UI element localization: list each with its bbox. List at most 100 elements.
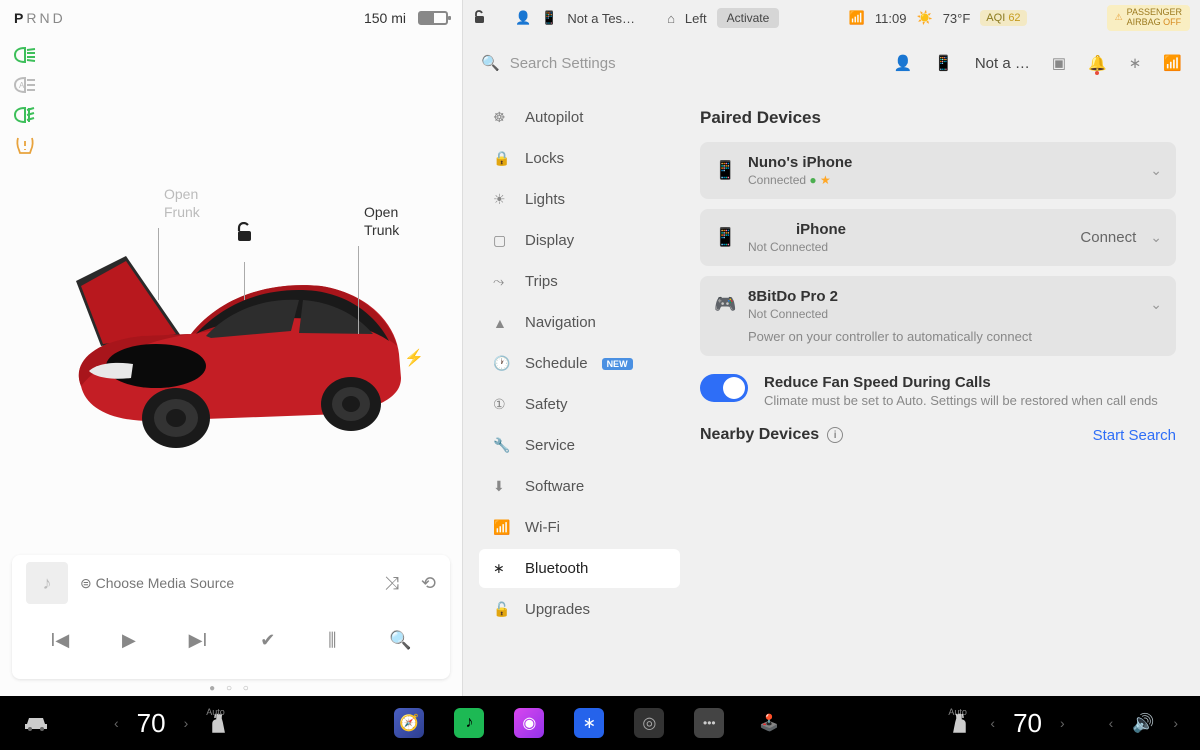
nav-schedule[interactable]: 🕐ScheduleNEW [479,344,680,383]
vol-down[interactable]: ‹ [1105,715,1118,731]
temp-up-left[interactable]: › [180,715,193,731]
phone-icon: 📱 [714,160,734,181]
nav-safety[interactable]: ①Safety [479,385,680,424]
settings-header: 🔍 Search Settings 👤 📱 Not a … ▣ 🔔 ∗ 📶 [463,36,1200,90]
trips-icon: ⤳ [493,273,511,290]
status-bar: 👤 📱 Not a Tes… ⌂ Left Activate 📶 11:09 ☀… [463,0,1200,36]
nearby-devices-title: Nearby Devices [700,426,819,444]
homelink-label: Left [685,11,707,26]
previous-track-icon[interactable]: I◀ [50,630,69,651]
device-card-8bitdo[interactable]: 🎮 8BitDo Pro 2 Not Connected ⌄ Power on … [700,276,1176,356]
dashcam-icon[interactable]: ▣ [1052,54,1066,72]
airbag-badge: ⚠ PASSENGERAIRBAG OFF [1107,5,1190,31]
bluetooth-icon: ∗ [493,560,511,577]
bottom-bar: ‹ 70 › Auto 🧭 ♪ ◉ ∗ ◎ ••• 🕹️ Auto ‹ 70 ›… [0,696,1200,750]
user-icon[interactable]: 👤 [893,54,912,72]
music-note-icon[interactable]: ♪ [26,562,68,604]
start-search-button[interactable]: Start Search [1093,427,1176,444]
nav-navigation[interactable]: ▲Navigation [479,303,680,342]
safety-icon: ① [493,396,511,413]
navigation-icon: ▲ [493,315,511,331]
wifi-icon[interactable]: 📶 [1163,54,1182,72]
profile-name[interactable]: Not a Tes… [567,11,635,26]
nav-software[interactable]: ⬇Software [479,467,680,506]
temp-down-left[interactable]: ‹ [110,715,123,731]
bluetooth-icon[interactable]: ∗ [1129,54,1142,72]
temp-left[interactable]: 70 [131,708,172,739]
notifications-icon[interactable]: 🔔 [1088,54,1107,72]
connect-button[interactable]: Connect [1080,229,1136,246]
reduce-fan-toggle-row: Reduce Fan Speed During Calls Climate mu… [700,374,1176,408]
nav-wifi[interactable]: 📶Wi-Fi [479,508,680,547]
search-icon[interactable]: 🔍 [389,630,411,651]
spotify-app-icon[interactable]: ♪ [454,708,484,738]
nav-lights[interactable]: ☀Lights [479,180,680,219]
podcasts-app-icon[interactable]: ◉ [514,708,544,738]
activate-button[interactable]: Activate [717,8,780,28]
nav-display[interactable]: ▢Display [479,221,680,260]
header-profile-name[interactable]: Not a … [975,55,1030,72]
aqi-badge[interactable]: AQI 62 [980,10,1026,26]
equalizer-icon[interactable]: ⫼ [328,630,336,651]
wifi-icon: 📶 [493,519,511,536]
lock-status-icon[interactable] [473,10,487,27]
car-icon[interactable] [18,705,54,741]
search-settings-input[interactable]: 🔍 Search Settings [481,54,879,72]
unlock-icon[interactable] [236,222,254,247]
phone-icon: 📱 [934,54,953,72]
play-icon[interactable]: ▶ [122,630,136,651]
temp-right[interactable]: 70 [1007,708,1048,739]
clock: 11:09 [875,11,907,26]
check-icon[interactable]: ✔ [260,630,275,651]
chevron-down-icon: ⌄ [1150,229,1162,246]
battery-icon [418,11,448,25]
range-display: 150 mi [364,10,406,26]
lock-icon: 🔒 [493,150,511,167]
joystick-app-icon[interactable]: 🕹️ [754,708,784,738]
bluetooth-app-icon[interactable]: ∗ [574,708,604,738]
reduce-fan-toggle[interactable] [700,374,748,402]
upgrades-icon: 🔓 [493,601,511,618]
gear-selector: PRND [14,10,66,26]
page-dots[interactable]: ● ○ ○ [0,679,462,696]
nav-service[interactable]: 🔧Service [479,426,680,465]
more-apps-icon[interactable]: ••• [694,708,724,738]
temp-down-right[interactable]: ‹ [986,715,999,731]
info-icon[interactable]: i [827,427,843,443]
frunk-label[interactable]: Open Frunk [164,186,200,221]
paired-devices-title: Paired Devices [700,108,1176,128]
nav-bluetooth[interactable]: ∗Bluetooth [479,549,680,588]
device-card-nuno-iphone[interactable]: 📱 Nuno's iPhone Connected ● ★ ⌄ [700,142,1176,199]
car-visualization[interactable]: Open Frunk Open Trunk ⚡ [0,36,462,555]
temp-up-right[interactable]: › [1056,715,1069,731]
steering-wheel-icon: ☸ [493,109,511,126]
nav-autopilot[interactable]: ☸Autopilot [479,98,680,137]
chevron-down-icon: ⌄ [1150,296,1162,313]
wifi-status-icon[interactable]: 📶 [849,10,865,26]
weather-icon[interactable]: ☀️ [917,10,933,26]
nav-trips[interactable]: ⤳Trips [479,262,680,301]
shuffle-icon[interactable]: ⤨ [385,573,399,594]
vehicle-status-panel: PRND 150 mi A Open Frunk Open Trunk [0,0,462,696]
temperature: 73°F [943,11,971,26]
new-badge: NEW [602,358,633,370]
camera-app-icon[interactable]: ◎ [634,708,664,738]
nav-upgrades[interactable]: 🔓Upgrades [479,590,680,629]
phone-icon: 📱 [541,10,557,26]
charge-bolt-icon: ⚡ [404,348,424,368]
service-icon: 🔧 [493,437,511,454]
settings-panel: 👤 📱 Not a Tes… ⌂ Left Activate 📶 11:09 ☀… [462,0,1200,696]
lights-icon: ☀ [493,191,511,208]
nav-locks[interactable]: 🔒Locks [479,139,680,178]
vol-up[interactable]: › [1169,715,1182,731]
volume-icon[interactable]: 🔊 [1125,705,1161,741]
user-icon[interactable]: 👤 [515,10,531,26]
next-track-icon[interactable]: ▶I [189,630,208,651]
media-source-button[interactable]: ⊜ Choose Media Source [80,575,363,592]
repeat-icon[interactable]: ⟲ [421,573,436,594]
trunk-label[interactable]: Open Trunk [364,204,399,239]
chevron-down-icon: ⌄ [1150,162,1162,179]
device-card-iphone[interactable]: 📱 iPhone Not Connected Connect ⌄ [700,209,1176,266]
nav-app-icon[interactable]: 🧭 [394,708,424,738]
homelink-icon[interactable]: ⌂ [667,11,675,26]
